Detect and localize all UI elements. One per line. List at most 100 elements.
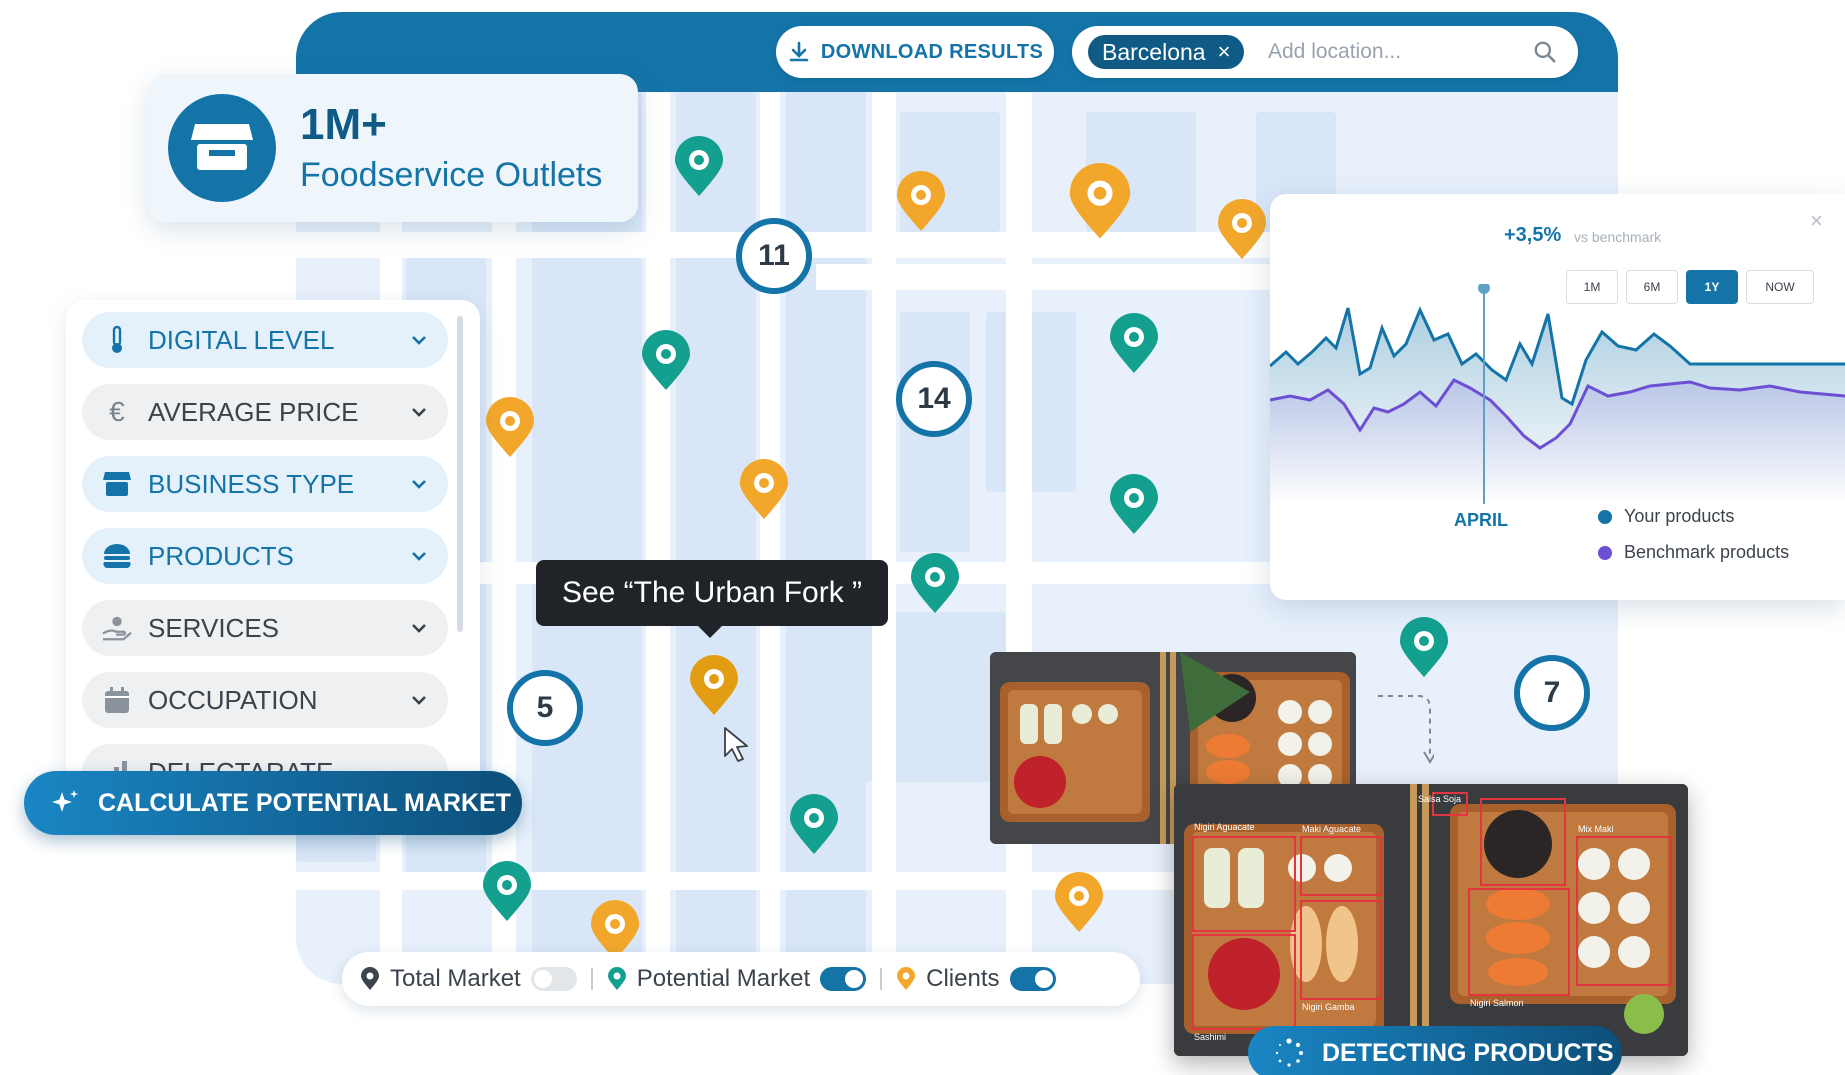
potential-market-pin[interactable] <box>1108 474 1160 536</box>
chart-vs-label: vs benchmark <box>1574 229 1662 245</box>
cluster-marker[interactable]: 11 <box>736 218 812 294</box>
detection-box <box>1576 836 1672 986</box>
filter-label: DIGITAL LEVEL <box>148 324 335 355</box>
potential-market-pin[interactable] <box>1398 617 1450 679</box>
detection-box <box>1192 934 1296 1030</box>
filter-label: AVERAGE PRICE <box>148 396 359 427</box>
detection-label: Nigiri Salmon <box>1470 998 1524 1008</box>
legend-dot <box>1598 545 1612 560</box>
chevron-down-icon <box>412 408 426 417</box>
detecting-products-button[interactable]: DETECTING PRODUCTS <box>1248 1026 1622 1075</box>
download-results-label: DOWNLOAD RESULTS <box>820 40 1044 63</box>
close-icon[interactable]: × <box>1218 39 1231 65</box>
potential-market-pin[interactable] <box>1108 313 1160 375</box>
legend-benchmark-products: Benchmark products <box>1598 542 1789 563</box>
legend-label: Total Market <box>390 965 521 992</box>
detection-photo: Nigiri Aguacate Maki Aguacate Salsa Soja… <box>1174 784 1688 1056</box>
potential-market-pin[interactable] <box>640 330 692 392</box>
legend-label: Clients <box>926 965 1000 992</box>
legend-label: Benchmark products <box>1624 542 1790 562</box>
outlets-label: Foodservice Outlets <box>300 156 603 194</box>
filter-label: BUSINESS TYPE <box>148 468 355 499</box>
location-chip-label: Barcelona <box>1102 38 1206 65</box>
filter-occupation[interactable]: OCCUPATION <box>82 672 448 728</box>
total-market-toggle[interactable] <box>530 967 577 991</box>
filter-label: PRODUCTS <box>148 540 294 571</box>
filter-label: SERVICES <box>148 612 280 643</box>
store-icon <box>102 469 132 499</box>
outlets-count: 1M+ <box>300 100 387 149</box>
legend-dot <box>1598 509 1612 524</box>
location-input[interactable] <box>1268 35 1518 69</box>
filter-products[interactable]: PRODUCTS <box>82 528 448 584</box>
calculate-potential-market-button[interactable]: CALCULATE POTENTIAL MARKET <box>24 771 522 835</box>
potential-market-toggle[interactable] <box>820 967 867 991</box>
client-pin[interactable] <box>738 459 790 521</box>
chart-delta: +3,5% <box>1504 224 1562 246</box>
cluster-marker[interactable]: 14 <box>896 361 972 437</box>
detection-box <box>1192 836 1296 932</box>
calendar-icon <box>102 685 132 715</box>
client-pin-selected[interactable] <box>688 655 740 717</box>
sparkle-icon <box>52 790 78 812</box>
filter-scrollbar[interactable] <box>457 316 463 632</box>
detection-label: Salsa Soja <box>1418 794 1462 804</box>
loading-icon <box>1275 1038 1303 1067</box>
service-hand-icon <box>102 613 132 643</box>
detection-label: Sashimi <box>1194 1032 1227 1042</box>
map-tooltip[interactable]: See “The Urban Fork ” <box>536 560 888 638</box>
chevron-down-icon <box>412 336 426 345</box>
calculate-label: CALCULATE POTENTIAL MARKET <box>98 788 511 817</box>
detection-box <box>1480 798 1566 886</box>
location-chip[interactable]: Barcelona × <box>1088 35 1245 69</box>
filter-average-price[interactable]: € AVERAGE PRICE <box>82 384 448 440</box>
outlets-card: 1M+ Foodservice Outlets <box>148 74 638 222</box>
chevron-down-icon <box>412 624 426 633</box>
detection-box <box>1468 888 1570 996</box>
search-icon[interactable] <box>1532 39 1558 65</box>
chevron-down-icon <box>412 696 426 705</box>
benchmark-chart-card: × +3,5% vs benchmark 1M 6M 1Y NOW APRIL … <box>1270 194 1845 600</box>
potential-market-pin[interactable] <box>481 861 533 923</box>
detection-label: Nigiri Gamba <box>1302 1002 1355 1012</box>
thermometer-icon <box>102 325 132 355</box>
clients-toggle[interactable] <box>1009 967 1056 991</box>
legend-total-market: Total Market <box>360 965 577 993</box>
filter-services[interactable]: SERVICES <box>82 600 448 656</box>
map-legend-bar: Total Market Potential Market Clients <box>342 952 1140 1006</box>
legend-label: Potential Market <box>636 965 811 992</box>
pin-icon <box>897 967 916 990</box>
pin-icon <box>361 967 379 990</box>
detection-label: Maki Aguacate <box>1302 824 1362 834</box>
client-pin[interactable] <box>895 171 947 233</box>
potential-market-pin[interactable] <box>788 794 840 856</box>
store-icon <box>168 94 276 202</box>
chevron-down-icon <box>412 480 426 489</box>
filter-business-type[interactable]: BUSINESS TYPE <box>82 456 448 512</box>
close-icon[interactable]: × <box>1810 208 1823 234</box>
burger-icon <box>102 541 132 571</box>
legend-label: Your products <box>1624 506 1735 526</box>
detection-label: Mix Maki <box>1578 824 1614 834</box>
client-pin[interactable] <box>484 397 536 459</box>
benchmark-line-chart <box>1270 284 1845 504</box>
detection-label: Nigiri Aguacate <box>1194 822 1255 832</box>
client-pin[interactable] <box>1066 163 1134 241</box>
download-icon <box>789 41 809 62</box>
cluster-marker[interactable]: 7 <box>1514 655 1590 731</box>
legend-potential-market: Potential Market <box>607 965 867 993</box>
chevron-down-icon <box>412 552 426 561</box>
potential-market-pin[interactable] <box>673 136 725 198</box>
arrow-icon <box>1378 695 1434 764</box>
client-pin[interactable] <box>1216 199 1268 261</box>
download-results-button[interactable]: DOWNLOAD RESULTS <box>776 26 1054 78</box>
cluster-marker[interactable]: 5 <box>507 670 583 746</box>
filter-digital-level[interactable]: DIGITAL LEVEL <box>82 312 448 368</box>
location-search[interactable]: Barcelona × <box>1072 26 1578 78</box>
detecting-label: DETECTING PRODUCTS <box>1322 1038 1614 1067</box>
euro-icon: € <box>109 396 125 427</box>
client-pin[interactable] <box>1053 872 1105 934</box>
marker-dot[interactable] <box>1478 284 1490 294</box>
divider <box>590 968 593 990</box>
potential-market-pin[interactable] <box>909 553 961 615</box>
